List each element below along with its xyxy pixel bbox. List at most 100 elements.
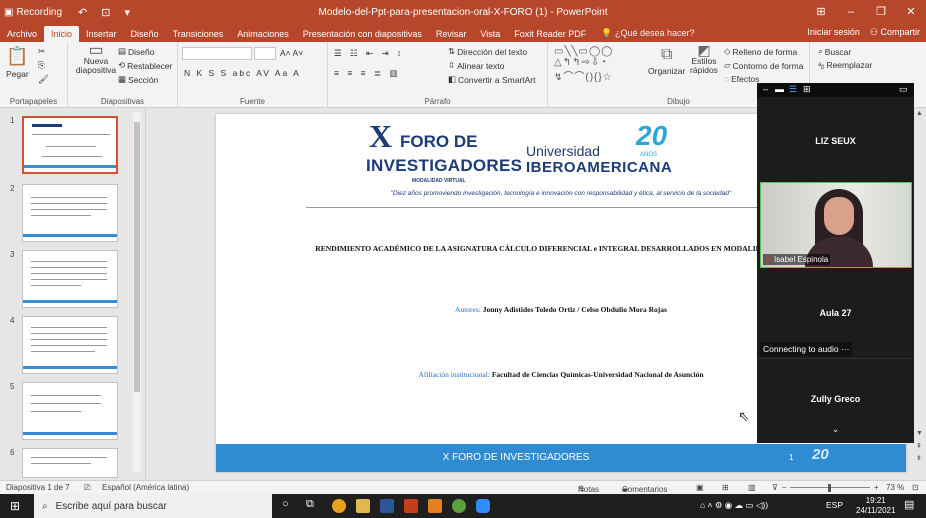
app-icon[interactable]: [452, 499, 466, 513]
scroll-down-icon[interactable]: ▼: [916, 430, 923, 437]
tray-icons[interactable]: ⌂ ˄ ⚙ ◉ ☁ ▭ ◁)): [700, 500, 768, 511]
participant-aula-27[interactable]: Aula 27: [757, 308, 914, 318]
zoom-in-icon[interactable]: +: [874, 483, 879, 492]
close-button[interactable]: ✕: [896, 0, 926, 24]
tab-vista[interactable]: Vista: [473, 26, 507, 42]
copy-button[interactable]: ⎘: [38, 60, 45, 71]
slide-thumbnail-5[interactable]: [22, 382, 118, 440]
next-slide-icon[interactable]: ⇟: [916, 454, 922, 462]
tab-insertar[interactable]: Insertar: [79, 26, 124, 42]
tab-inicio[interactable]: Inicio: [44, 26, 80, 42]
expand-panel-icon[interactable]: ▭: [899, 84, 908, 95]
view-single-icon[interactable]: ▬: [775, 84, 784, 94]
language-indicator[interactable]: Español (América latina): [102, 483, 189, 492]
word-icon[interactable]: [380, 499, 394, 513]
tab-revisar[interactable]: Revisar: [429, 26, 474, 42]
share-button[interactable]: ⚇ Compartir: [870, 27, 920, 38]
slide-thumbnail-3[interactable]: [22, 250, 118, 308]
font-size-select[interactable]: [254, 47, 276, 60]
font-style-buttons[interactable]: N K S S abc AV Aa A: [184, 68, 301, 78]
customize-qat-icon[interactable]: ▾: [124, 6, 130, 19]
scrollbar-knob[interactable]: [134, 122, 140, 392]
shapes-gallery[interactable]: ▭╲╲▭◯◯ △↰↰⇨⇩◔ ↯⌒⌒(){}☆: [554, 46, 613, 83]
find-button[interactable]: ⌕ Buscar: [818, 46, 851, 57]
shape-outline-button[interactable]: ▱ Contorno de forma: [724, 60, 803, 71]
file-explorer-icon[interactable]: [356, 499, 370, 513]
minimize-panel-icon[interactable]: –: [763, 84, 768, 94]
layout-button[interactable]: ▤ Diseño: [118, 46, 155, 57]
reset-button[interactable]: ⟲ Restablecer: [118, 60, 172, 71]
tab-animaciones[interactable]: Animaciones: [230, 26, 296, 42]
normal-view-icon[interactable]: ▣: [696, 483, 704, 492]
video-name-tag: ✕ Isabel Espinola: [763, 254, 831, 265]
chrome-icon[interactable]: [332, 499, 346, 513]
smartart-button[interactable]: ◧ Convertir a SmartArt: [448, 74, 536, 85]
spellcheck-icon[interactable]: ⎚: [84, 483, 90, 493]
font-family-select[interactable]: [182, 47, 252, 60]
tab-diseno[interactable]: Diseño: [124, 26, 166, 42]
tab-foxit[interactable]: Foxit Reader PDF: [507, 26, 593, 42]
align-text-button[interactable]: ⇳ Alinear texto: [448, 60, 504, 71]
powerpoint-icon[interactable]: [404, 499, 418, 513]
view-grid-icon[interactable]: ⊞: [803, 84, 811, 95]
tab-archivo[interactable]: Archivo: [0, 26, 44, 42]
slide-thumbnail-2[interactable]: [22, 184, 118, 242]
thumbnails-scrollbar[interactable]: [133, 112, 141, 472]
maximize-button[interactable]: ❐: [866, 0, 896, 24]
notifications-icon[interactable]: ▤: [904, 498, 914, 511]
reading-view-icon[interactable]: ▥: [748, 483, 756, 492]
shape-fill-button[interactable]: ◇ Relleno de forma: [724, 46, 797, 57]
tab-transiciones[interactable]: Transiciones: [166, 26, 231, 42]
text-direction-button[interactable]: ⇅ Dirección del texto: [448, 46, 527, 57]
slideshow-start-icon[interactable]: ⊡: [101, 6, 110, 19]
fit-slide-icon[interactable]: ⊡: [912, 483, 919, 492]
recording-indicator[interactable]: ▣ Recording: [0, 7, 62, 18]
zoom-app-icon[interactable]: [476, 499, 490, 513]
minimize-button[interactable]: –: [836, 0, 866, 24]
zoom-out-icon[interactable]: –: [782, 483, 786, 492]
replace-button[interactable]: ᵃᵦ Reemplazar: [818, 60, 872, 70]
tell-me-box[interactable]: 💡 ¿Qué desea hacer?: [593, 25, 702, 42]
task-view-icon[interactable]: ⧉: [306, 498, 314, 511]
tab-presentacion[interactable]: Presentación con diapositivas: [296, 26, 429, 42]
share-icon: ⚇: [869, 27, 881, 37]
arrange-button[interactable]: ⧉ Organizar: [648, 46, 685, 76]
taskbar-clock[interactable]: 19:21 24/11/2021: [856, 496, 895, 516]
group-label-fuente: Fuente: [240, 97, 265, 106]
scroll-up-icon[interactable]: ▲: [916, 110, 923, 117]
signin-link[interactable]: Iniciar sesión: [807, 27, 860, 38]
slide-thumbnail-6[interactable]: [22, 448, 118, 478]
taskbar-search[interactable]: ⌕ Escribe aquí para buscar: [34, 494, 272, 518]
chevron-down-icon[interactable]: ⌄: [757, 424, 914, 435]
participant-liz-seux[interactable]: LIZ SEUX: [757, 136, 914, 146]
pdf-reader-icon[interactable]: [428, 499, 442, 513]
new-slide-button[interactable]: ▭ Nueva diapositiva: [76, 43, 116, 75]
slide-scrollbar[interactable]: ▲ ▼ ⇞ ⇟: [914, 108, 926, 480]
view-strip-icon[interactable]: ☰: [789, 84, 797, 95]
cut-button[interactable]: ✂: [38, 46, 45, 57]
slide-sorter-icon[interactable]: ⊞: [722, 483, 729, 492]
format-painter-button[interactable]: 🖌: [38, 74, 49, 85]
align-buttons[interactable]: ≡ ≡ ≡ ≣ ▥: [334, 68, 400, 79]
slide-thumbnail-4[interactable]: [22, 316, 118, 374]
font-grow-button[interactable]: A˄ A˅: [280, 48, 303, 58]
paste-button[interactable]: 📋 Pegar: [6, 46, 29, 79]
input-language[interactable]: ESP: [826, 500, 843, 510]
quick-styles-button[interactable]: ◩ Estilos rápidos: [686, 43, 722, 75]
slideshow-icon[interactable]: ⊽: [772, 483, 778, 492]
windows-start-icon[interactable]: ⊞: [10, 499, 20, 513]
shape-effects-button[interactable]: ◌ Efectos: [724, 74, 759, 84]
ribbon-display-icon[interactable]: ⊞: [806, 0, 836, 24]
participant-video[interactable]: ✕ Isabel Espinola: [760, 182, 912, 268]
brush-icon: 🖌: [38, 74, 49, 84]
zoom-level[interactable]: 73 %: [886, 483, 904, 492]
prev-slide-icon[interactable]: ⇞: [916, 442, 922, 450]
participant-zully-greco[interactable]: Zully Greco: [757, 394, 914, 404]
zoom-slider-handle[interactable]: [828, 484, 831, 492]
cortana-icon[interactable]: ○: [282, 498, 289, 510]
zoom-participants-panel: – ▬ ☰ ⊞ ▭ LIZ SEUX ✕ Isabel Espinola Aul…: [757, 83, 914, 443]
undo-icon[interactable]: ↶: [78, 6, 87, 19]
section-button[interactable]: ▦ Sección: [118, 74, 158, 85]
list-buttons[interactable]: ☰ ☷ ⇤ ⇥ ↕: [334, 48, 404, 59]
slide-thumbnail-1[interactable]: [22, 116, 118, 174]
